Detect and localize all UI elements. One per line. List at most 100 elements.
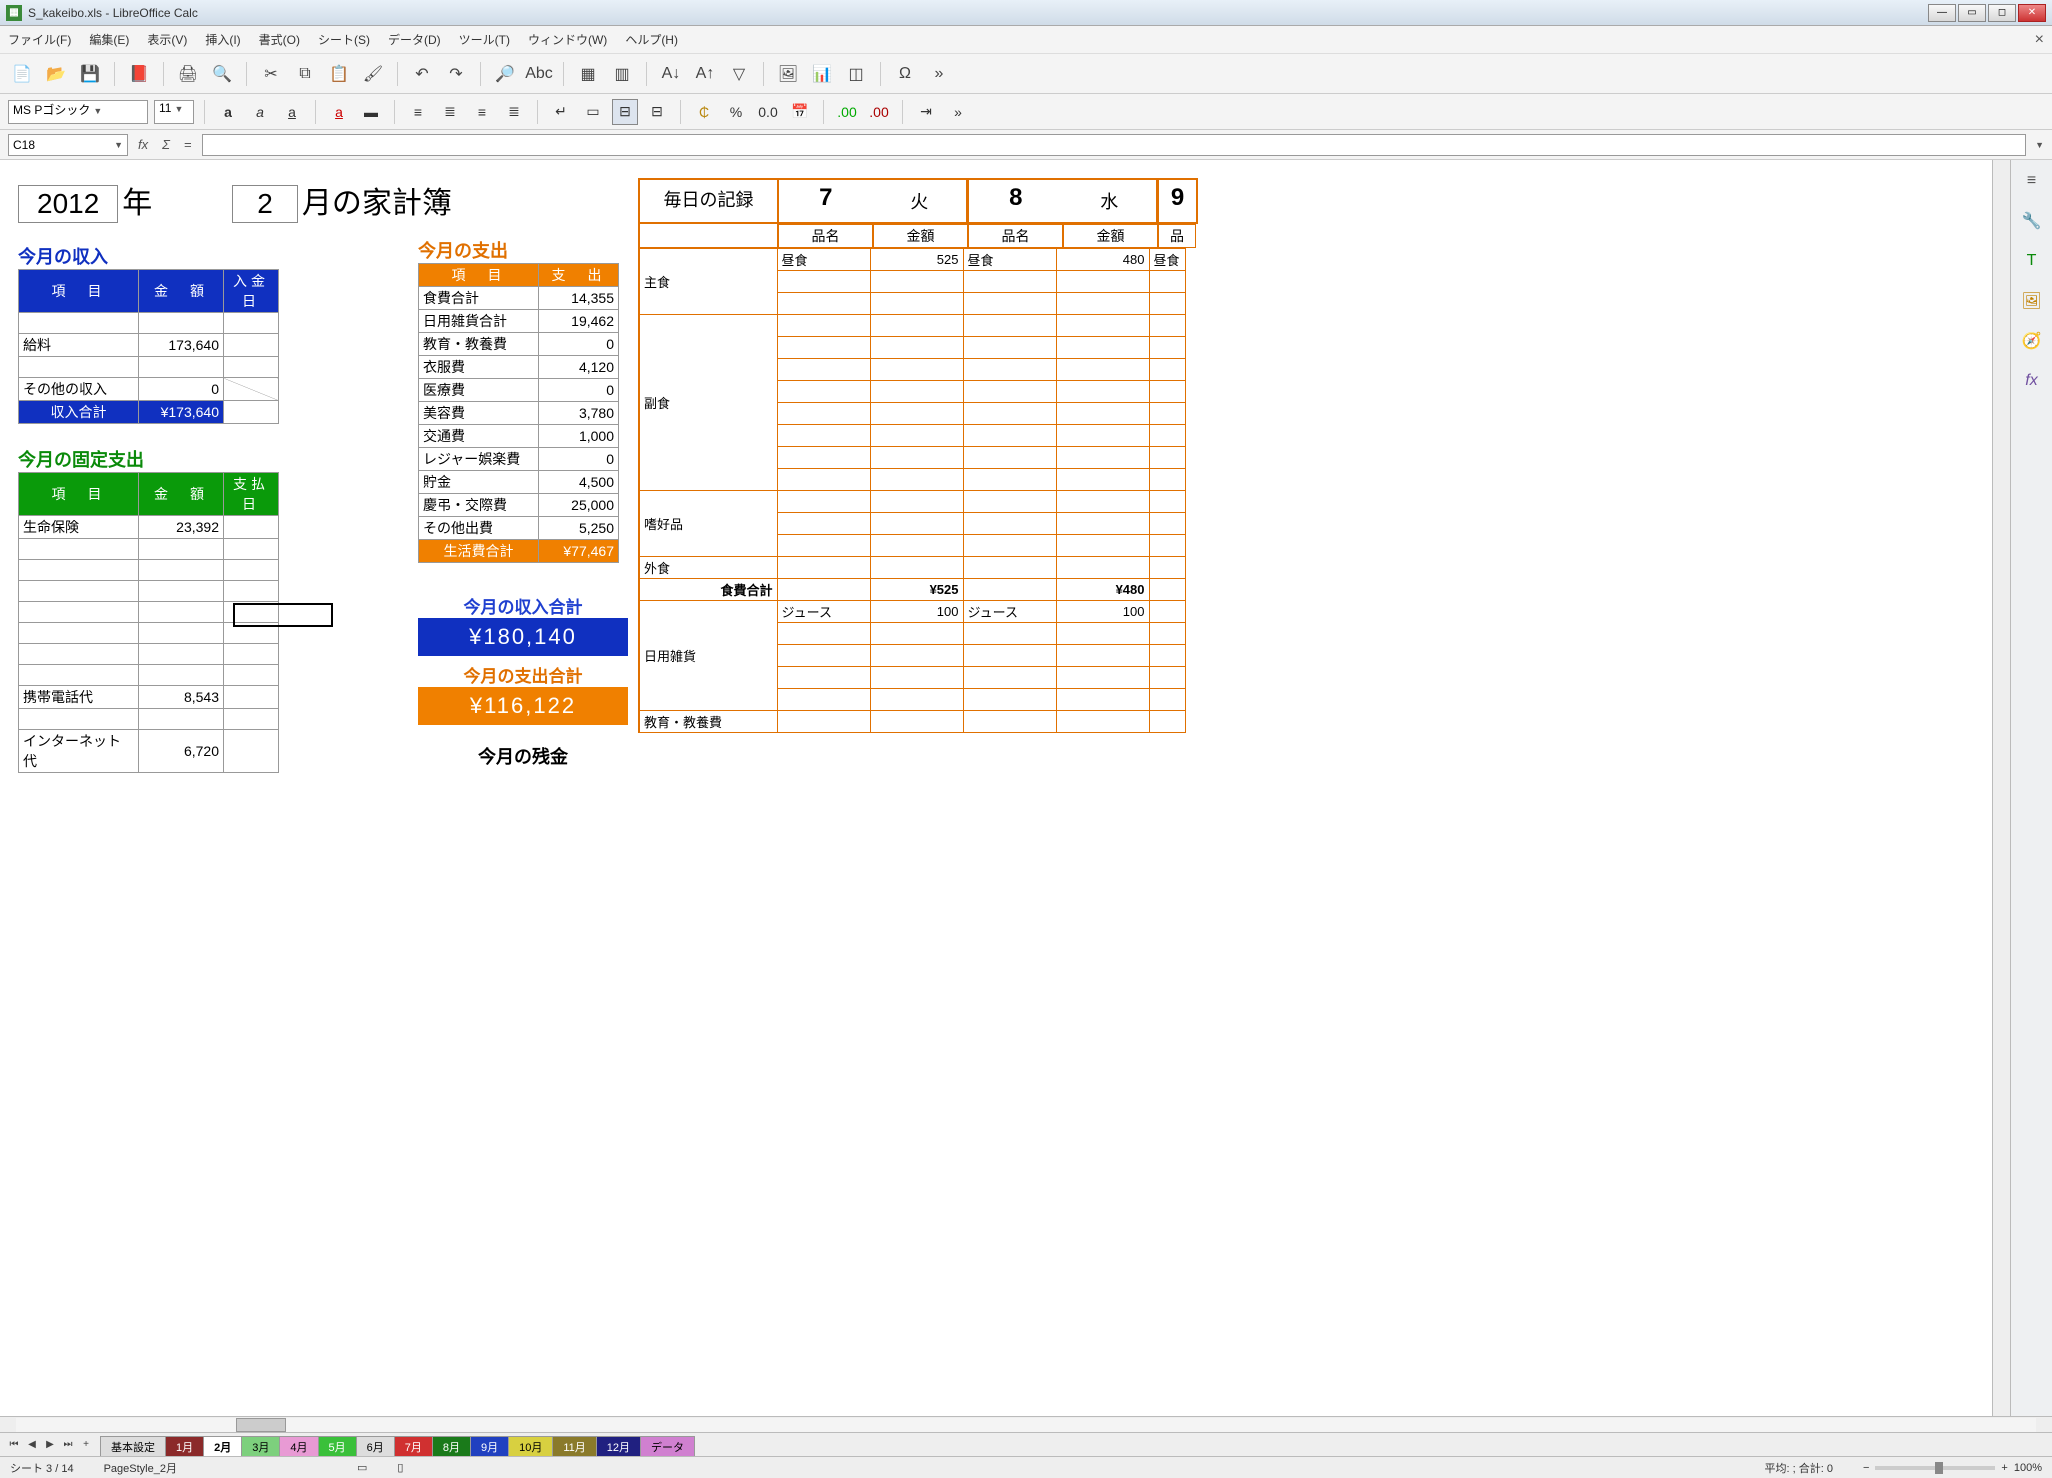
sheet-tab[interactable]: 1月 bbox=[165, 1436, 204, 1456]
minimize-button[interactable]: — bbox=[1928, 4, 1956, 22]
sheet-tab[interactable]: 6月 bbox=[356, 1436, 395, 1456]
merge-icon[interactable]: ▭ bbox=[580, 99, 606, 125]
special-char-icon[interactable]: Ω bbox=[891, 60, 919, 88]
menu-insert[interactable]: 挿入(I) bbox=[205, 31, 240, 48]
sheet-tab[interactable]: 4月 bbox=[279, 1436, 318, 1456]
maximize-button[interactable]: ◻ bbox=[1988, 4, 2016, 22]
month-value[interactable]: 2 bbox=[232, 185, 298, 223]
year-value[interactable]: 2012 bbox=[18, 185, 118, 223]
tab-first-icon[interactable]: ⏮ bbox=[6, 1437, 22, 1453]
sheet-tab[interactable]: 7月 bbox=[394, 1436, 433, 1456]
menu-window[interactable]: ウィンドウ(W) bbox=[528, 31, 607, 48]
autofilter-icon[interactable]: ▽ bbox=[725, 60, 753, 88]
restore-button[interactable]: ▭ bbox=[1958, 4, 1986, 22]
menu-format[interactable]: 書式(O) bbox=[259, 31, 300, 48]
more-icon[interactable]: » bbox=[925, 60, 953, 88]
sheet-tab[interactable]: 10月 bbox=[508, 1436, 553, 1456]
number-icon[interactable]: 0.0 bbox=[755, 99, 781, 125]
add-decimal-icon[interactable]: .00 bbox=[834, 99, 860, 125]
align-center-icon[interactable]: ≣ bbox=[437, 99, 463, 125]
wrap-icon[interactable]: ↵ bbox=[548, 99, 574, 125]
menu-help[interactable]: ヘルプ(H) bbox=[625, 31, 678, 48]
italic-icon[interactable]: a bbox=[247, 99, 273, 125]
tab-prev-icon[interactable]: ◀ bbox=[24, 1437, 40, 1453]
font-size-combo[interactable]: 11▼ bbox=[154, 100, 194, 124]
find-icon[interactable]: 🔎 bbox=[491, 60, 519, 88]
functions-icon[interactable]: fx bbox=[2019, 368, 2045, 394]
underline-icon[interactable]: a bbox=[279, 99, 305, 125]
sheet-tab[interactable]: 3月 bbox=[241, 1436, 280, 1456]
sort-desc-icon[interactable]: A↑ bbox=[691, 60, 719, 88]
undo-icon[interactable]: ↶ bbox=[408, 60, 436, 88]
navigator-icon[interactable]: 🧭 bbox=[2019, 328, 2045, 354]
copy-icon[interactable]: ⧉ bbox=[291, 60, 319, 88]
sum-icon[interactable]: Σ bbox=[158, 137, 174, 152]
formula-input[interactable] bbox=[202, 134, 2027, 156]
sheet-tab[interactable]: 5月 bbox=[318, 1436, 357, 1456]
cut-icon[interactable]: ✂ bbox=[257, 60, 285, 88]
tab-last-icon[interactable]: ⏭ bbox=[60, 1437, 76, 1453]
clone-format-icon[interactable]: 🖌 bbox=[359, 60, 387, 88]
font-color-icon[interactable]: a bbox=[326, 99, 352, 125]
menu-file[interactable]: ファイル(F) bbox=[8, 31, 71, 48]
sidebar-menu-icon[interactable]: ≡ bbox=[2019, 168, 2045, 194]
print-icon[interactable]: 🖨 bbox=[174, 60, 202, 88]
menu-data[interactable]: データ(D) bbox=[388, 31, 441, 48]
redo-icon[interactable]: ↷ bbox=[442, 60, 470, 88]
remove-decimal-icon[interactable]: .00 bbox=[866, 99, 892, 125]
row-icon[interactable]: ▦ bbox=[574, 60, 602, 88]
valign-bottom-icon[interactable]: ⊟ bbox=[644, 99, 670, 125]
sheet-tab[interactable]: 12月 bbox=[596, 1436, 641, 1456]
spellcheck-icon[interactable]: Abc bbox=[525, 60, 553, 88]
export-pdf-icon[interactable]: 📕 bbox=[125, 60, 153, 88]
open-icon[interactable]: 📂 bbox=[42, 60, 70, 88]
paste-icon[interactable]: 📋 bbox=[325, 60, 353, 88]
new-icon[interactable]: 📄 bbox=[8, 60, 36, 88]
selection-mode-icon[interactable]: ▯ bbox=[397, 1461, 403, 1474]
sheet-area[interactable]: 2012 年 2 月の家計簿 今月の収入 項 目金 額入金日 bbox=[0, 160, 1992, 1416]
save-icon[interactable]: 💾 bbox=[76, 60, 104, 88]
vertical-scrollbar[interactable] bbox=[1992, 160, 2010, 1416]
percent-icon[interactable]: % bbox=[723, 99, 749, 125]
close-button[interactable]: ✕ bbox=[2018, 4, 2046, 22]
menu-edit[interactable]: 編集(E) bbox=[89, 31, 129, 48]
align-left-icon[interactable]: ≡ bbox=[405, 99, 431, 125]
sort-asc-icon[interactable]: A↓ bbox=[657, 60, 685, 88]
styles-icon[interactable]: T bbox=[2019, 248, 2045, 274]
chart-icon[interactable]: 📊 bbox=[808, 60, 836, 88]
sheet-tab[interactable]: データ bbox=[640, 1436, 695, 1456]
font-name-combo[interactable]: MS Pゴシック▼ bbox=[8, 100, 148, 124]
bold-icon[interactable]: a bbox=[215, 99, 241, 125]
zoom-out-icon[interactable]: − bbox=[1863, 1462, 1869, 1474]
pivot-icon[interactable]: ◫ bbox=[842, 60, 870, 88]
tab-next-icon[interactable]: ▶ bbox=[42, 1437, 58, 1453]
horizontal-scrollbar[interactable] bbox=[0, 1416, 2052, 1432]
tab-add-icon[interactable]: + bbox=[78, 1437, 94, 1453]
equals-icon[interactable]: = bbox=[180, 137, 196, 152]
insert-image-icon[interactable]: 🖼 bbox=[774, 60, 802, 88]
menu-tools[interactable]: ツール(T) bbox=[459, 31, 510, 48]
close-doc-button[interactable]: × bbox=[2035, 31, 2044, 49]
sheet-tab[interactable]: 9月 bbox=[470, 1436, 509, 1456]
valign-middle-icon[interactable]: ⊟ bbox=[612, 99, 638, 125]
sheet-tab[interactable]: 基本設定 bbox=[100, 1436, 166, 1456]
highlight-icon[interactable]: ▬ bbox=[358, 99, 384, 125]
zoom-in-icon[interactable]: + bbox=[2001, 1462, 2007, 1474]
formula-expand-icon[interactable]: ▼ bbox=[2032, 140, 2044, 150]
align-justify-icon[interactable]: ≣ bbox=[501, 99, 527, 125]
column-icon[interactable]: ▥ bbox=[608, 60, 636, 88]
zoom-slider[interactable] bbox=[1875, 1466, 1995, 1470]
sheet-tab[interactable]: 2月 bbox=[203, 1436, 242, 1456]
align-right-icon[interactable]: ≡ bbox=[469, 99, 495, 125]
currency-icon[interactable]: ₵ bbox=[691, 99, 717, 125]
name-box[interactable]: C18▼ bbox=[8, 134, 128, 156]
function-wizard-icon[interactable]: fx bbox=[134, 137, 152, 152]
gallery-icon[interactable]: 🖼 bbox=[2019, 288, 2045, 314]
properties-icon[interactable]: 🔧 bbox=[2019, 208, 2045, 234]
more-fmt-icon[interactable]: » bbox=[945, 99, 971, 125]
indent-icon[interactable]: ⇥ bbox=[913, 99, 939, 125]
date-icon[interactable]: 📅 bbox=[787, 99, 813, 125]
menu-sheet[interactable]: シート(S) bbox=[318, 31, 370, 48]
sheet-tab[interactable]: 11月 bbox=[552, 1436, 596, 1456]
menu-view[interactable]: 表示(V) bbox=[147, 31, 187, 48]
